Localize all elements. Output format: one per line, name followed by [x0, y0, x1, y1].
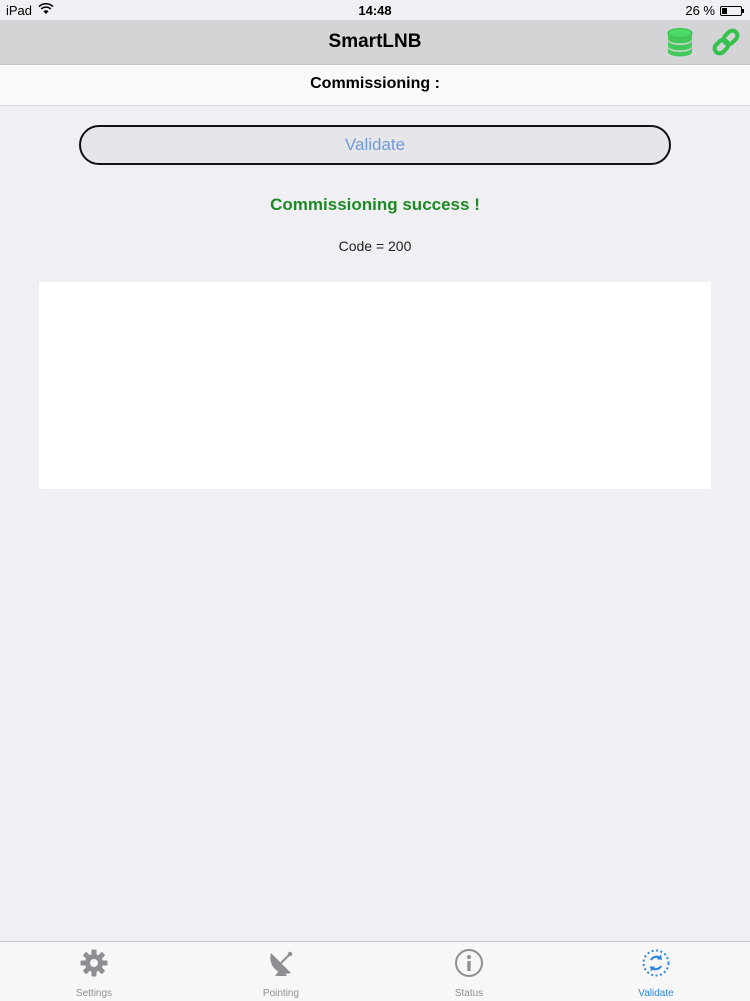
battery-fill — [722, 7, 727, 14]
tab-label-status: Status — [454, 988, 484, 999]
status-bar: iPad 14:48 26 % — [0, 0, 750, 20]
response-code: Code = 200 — [338, 238, 412, 254]
tab-label-settings: Settings — [75, 988, 113, 999]
tab-label-validate: Validate — [638, 988, 674, 999]
status-right: 26 % — [685, 3, 744, 18]
tab-bar: Settings Pointing Status Validate — [0, 941, 750, 1001]
validate-icon — [596, 948, 716, 978]
validate-button[interactable]: Validate — [79, 125, 671, 165]
app-title: SmartLNB — [328, 31, 422, 52]
status-time: 14:48 — [358, 3, 392, 18]
gear-icon — [34, 948, 154, 978]
battery-icon — [720, 5, 744, 16]
nav-bar: SmartLNB — [0, 20, 750, 65]
battery-percent: 26 % — [685, 3, 715, 18]
database-icon[interactable] — [664, 26, 696, 58]
info-icon — [409, 948, 529, 978]
satellite-dish-icon — [221, 948, 341, 978]
result-panel — [39, 282, 711, 489]
tab-status[interactable]: Status — [409, 948, 529, 1000]
tab-validate[interactable]: Validate — [596, 948, 716, 1000]
section-header: Commissioning : — [0, 65, 750, 106]
success-message: Commissioning success ! — [270, 195, 480, 214]
link-icon[interactable] — [710, 26, 742, 58]
tab-label-pointing: Pointing — [262, 988, 300, 999]
tab-pointing[interactable]: Pointing — [221, 948, 341, 1000]
tab-settings[interactable]: Settings — [34, 948, 154, 1000]
section-title: Commissioning : — [310, 75, 440, 92]
